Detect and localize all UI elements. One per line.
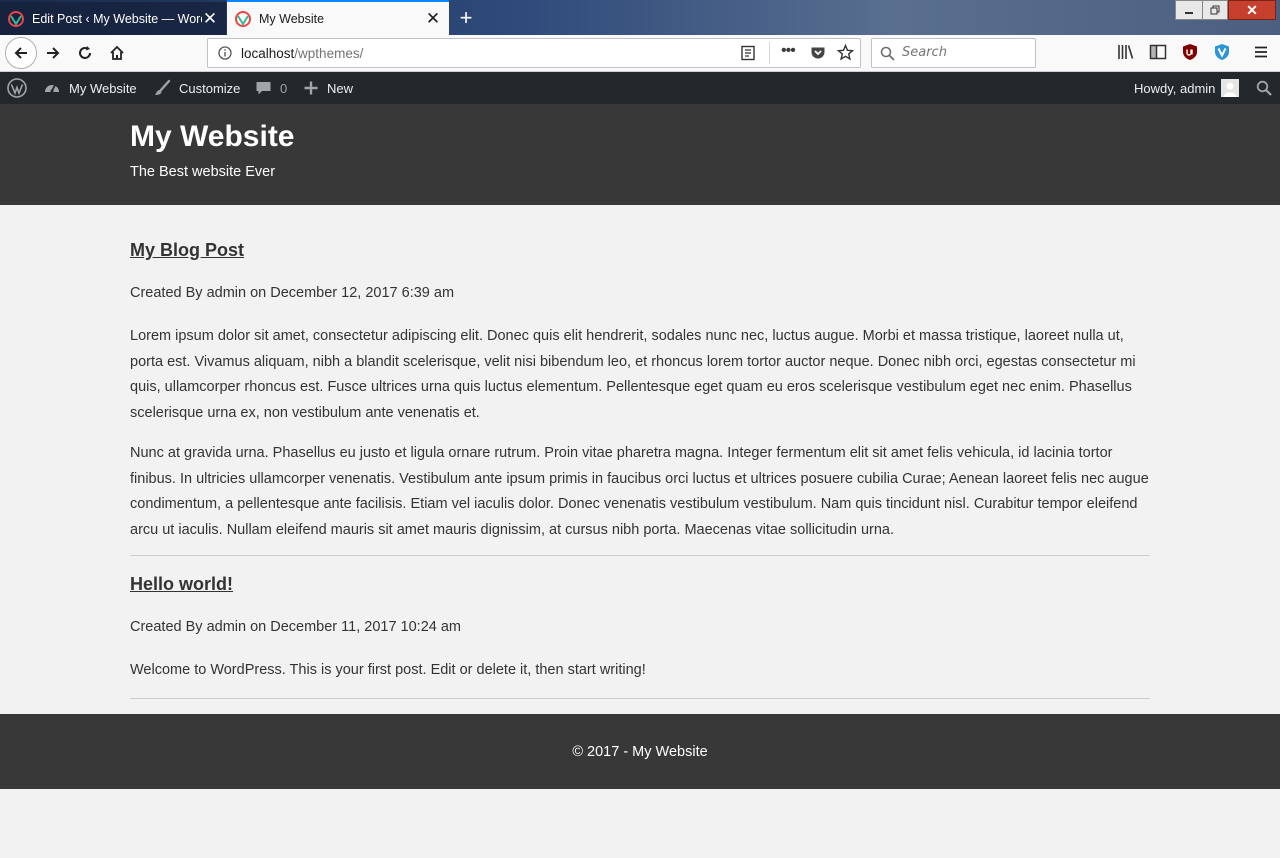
- search-input[interactable]: [902, 45, 1027, 60]
- minimize-icon: [1185, 12, 1193, 14]
- url-text[interactable]: localhost/wpthemes/: [241, 46, 363, 61]
- menu-button[interactable]: [1252, 43, 1270, 61]
- back-button[interactable]: [5, 37, 37, 69]
- forward-button[interactable]: [37, 37, 69, 69]
- reload-icon: [79, 46, 91, 59]
- back-arrow-icon: [14, 47, 27, 59]
- ublock-extension-button[interactable]: [1181, 43, 1199, 61]
- address-bar[interactable]: localhost/wpthemes/ •••: [207, 38, 861, 68]
- url-host: localhost: [241, 46, 295, 61]
- site-header: My Website The Best website Ever: [0, 104, 1280, 205]
- post-title: Hello world!: [130, 574, 1150, 595]
- blog-post: Hello world! Created By admin on Decembe…: [130, 556, 1150, 699]
- adminbar-site-name[interactable]: My Website: [43, 72, 137, 104]
- dashboard-gauge-icon: [45, 84, 59, 93]
- post-paragraph: Lorem ipsum dolor sit amet, consectetur …: [130, 328, 1136, 421]
- post-meta: Created By admin on December 11, 2017 10…: [130, 619, 462, 635]
- bookmark-star-icon[interactable]: [837, 44, 854, 61]
- library-icon: [1118, 45, 1134, 59]
- adminbar-new[interactable]: New: [303, 72, 353, 104]
- wp-logo-menu[interactable]: [7, 72, 35, 104]
- close-tab-icon[interactable]: ✕: [425, 10, 441, 27]
- browser-tabstrip: Edit Post ‹ My Website — WordPress ✕ My …: [0, 0, 1280, 35]
- blog-post: My Blog Post Created By admin on Decembe…: [130, 205, 1150, 556]
- user-avatar-icon: [1221, 79, 1240, 97]
- navigation-toolbar: localhost/wpthemes/ •••: [0, 35, 1280, 72]
- tab-my-website[interactable]: My Website ✕: [227, 0, 449, 35]
- minimize-window-button[interactable]: [1175, 0, 1202, 20]
- restore-icon: [1210, 5, 1220, 15]
- post-paragraph: Nunc at gravida urna. Phasellus eu justo…: [130, 445, 1149, 538]
- post-meta: Created By admin on December 12, 2017 6:…: [130, 285, 455, 301]
- paintbrush-icon: [155, 79, 171, 95]
- main-content: My Blog Post Created By admin on Decembe…: [130, 205, 1150, 699]
- site-name-label: My Website: [69, 80, 137, 96]
- adminbar-my-account[interactable]: Howdy, admin: [1134, 72, 1240, 104]
- close-tab-icon[interactable]: ✕: [202, 10, 218, 27]
- home-button[interactable]: [101, 37, 133, 69]
- url-path: /wpthemes/: [294, 46, 364, 61]
- customize-label: Customize: [179, 80, 241, 96]
- site-tagline: The Best website Ever: [130, 164, 276, 180]
- ublock-shield-icon: [1183, 44, 1197, 60]
- post-title: My Blog Post: [130, 240, 1150, 261]
- site-title[interactable]: My Website: [130, 120, 295, 154]
- hamburger-menu-icon: [1255, 46, 1267, 58]
- wordpress-favicon-icon: [8, 10, 24, 27]
- comment-bubble-icon: [256, 81, 271, 94]
- library-button[interactable]: [1117, 43, 1135, 61]
- plus-icon: [304, 81, 318, 95]
- search-box[interactable]: [871, 38, 1036, 68]
- sidebar-button[interactable]: [1149, 43, 1167, 61]
- footer-copyright: © 2017 - My Website: [572, 743, 708, 760]
- sidebar-icon: [1149, 44, 1167, 60]
- toolbar-divider: [769, 42, 770, 64]
- wp-admin-bar: My Website Customize 0 New Howdy, admin: [0, 72, 1280, 104]
- adminbar-comments[interactable]: 0: [255, 72, 287, 104]
- site-info-icon[interactable]: [218, 46, 232, 60]
- howdy-label: Howdy, admin: [1134, 80, 1216, 96]
- search-icon: [1256, 80, 1272, 96]
- tab-title: Edit Post ‹ My Website — WordPress: [32, 11, 202, 26]
- tab-title: My Website: [259, 11, 325, 26]
- reload-button[interactable]: [69, 37, 101, 69]
- shield-v-icon: [1215, 44, 1229, 60]
- close-window-button[interactable]: ✕: [1228, 0, 1276, 20]
- site-footer: © 2017 - My Website: [0, 714, 1280, 789]
- wordpress-logo-icon: [7, 78, 27, 98]
- forward-arrow-icon: [47, 47, 60, 59]
- home-icon: [110, 45, 124, 60]
- page-actions-icon[interactable]: •••: [781, 42, 796, 60]
- reader-view-icon[interactable]: [740, 45, 756, 61]
- search-icon: [880, 46, 895, 61]
- privacy-extension-button[interactable]: [1213, 43, 1231, 61]
- post-title-link[interactable]: My Blog Post: [130, 240, 244, 260]
- avatar: [1221, 79, 1240, 97]
- post-title-link[interactable]: Hello world!: [130, 574, 233, 594]
- restore-window-button[interactable]: [1202, 0, 1228, 20]
- pocket-icon[interactable]: [810, 45, 826, 61]
- tab-edit-post[interactable]: Edit Post ‹ My Website — WordPress ✕: [0, 2, 226, 35]
- comments-count: 0: [280, 80, 288, 96]
- adminbar-customize[interactable]: Customize: [153, 72, 240, 104]
- post-paragraph: Welcome to WordPress. This is your first…: [130, 662, 646, 678]
- wordpress-favicon-icon: [235, 10, 251, 27]
- new-label: New: [327, 80, 354, 96]
- adminbar-search[interactable]: [1256, 72, 1280, 104]
- new-tab-button[interactable]: +: [452, 4, 480, 32]
